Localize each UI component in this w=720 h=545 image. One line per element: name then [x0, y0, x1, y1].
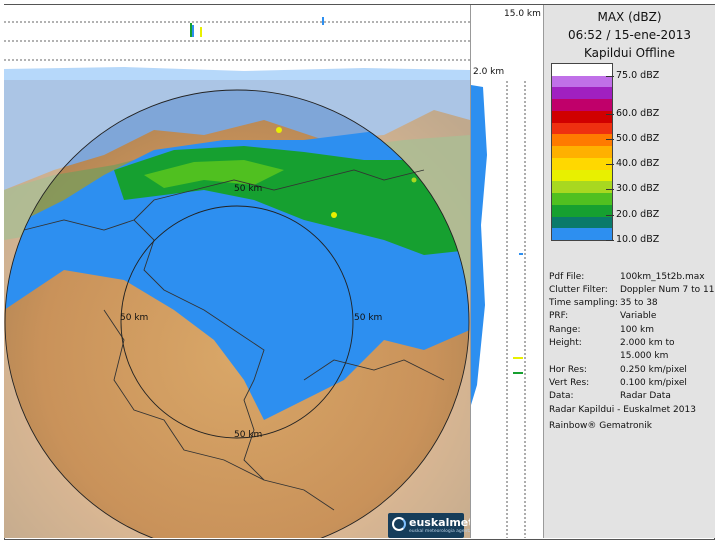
dbz-scale-tick — [606, 114, 614, 115]
radar-map[interactable]: 50 km 50 km 50 km 50 km — [4, 80, 470, 538]
metadata-label: Range: — [549, 325, 581, 335]
top-vertical-profile — [4, 5, 470, 80]
radar-status: Kapildui Offline — [583, 46, 676, 60]
metadata-label: Pdf File: — [549, 272, 585, 282]
dbz-scale-swatch — [552, 134, 612, 147]
radar-map-svg — [4, 80, 470, 538]
side-profile-plot — [471, 81, 526, 538]
range-label-right: 50 km — [354, 313, 383, 323]
profile-echo — [322, 17, 324, 25]
metadata-value: 0.100 km/pixel — [620, 378, 687, 388]
profile-echo — [192, 25, 194, 37]
metadata-label: Time sampling: — [549, 298, 619, 308]
metadata-value: 0.250 km/pixel — [620, 365, 687, 375]
echo-yellow-cell — [331, 212, 337, 218]
metadata-label: Data: — [549, 391, 574, 401]
metadata-value: Radar Data — [620, 391, 671, 401]
dbz-scale-swatch — [552, 87, 612, 100]
dbz-scale-tick — [606, 189, 614, 190]
credit-radar: Radar Kapildui - Euskalmet 2013 — [549, 405, 696, 415]
dbz-scale-label: 75.0 dBZ — [616, 70, 660, 81]
dbz-scale-swatch — [552, 216, 612, 229]
dbz-scale-swatch — [552, 181, 612, 194]
side-vertical-profile: 15.0 km 2.0 km — [470, 5, 544, 538]
range-label-bottom: 50 km — [234, 430, 263, 440]
euskalmet-logo: euskalmet euskal meteorologia agentzia — [388, 513, 476, 538]
dbz-scale-swatch — [552, 204, 612, 218]
metadata-label: Height: — [549, 338, 582, 348]
profile-echo — [190, 23, 192, 37]
dbz-scale-swatch — [552, 75, 612, 88]
dbz-scale-tick — [606, 164, 614, 165]
dbz-scale-swatch — [552, 228, 612, 241]
dbz-scale-label: 50.0 dBZ — [616, 133, 660, 144]
dbz-scale-label: 10.0 dBZ — [616, 234, 660, 245]
side-profile-echo — [513, 357, 523, 359]
dbz-scale-label: 60.0 dBZ — [616, 108, 660, 119]
dbz-scale-label: 40.0 dBZ — [616, 158, 660, 169]
dbz-scale-swatch — [552, 64, 612, 77]
dbz-scale-tick — [606, 139, 614, 140]
product-title: MAX (dBZ) — [597, 10, 662, 24]
echo-yellow-cell — [276, 127, 282, 133]
logo-subtitle: euskal meteorologia agentzia — [409, 529, 476, 534]
dbz-scale-label: 30.0 dBZ — [616, 183, 660, 194]
dbz-scale-tick — [606, 215, 614, 216]
product-datetime: 06:52 / 15-ene-2013 — [567, 28, 692, 42]
dbz-scale-label: 20.0 dBZ — [616, 209, 660, 220]
metadata-value: 2.000 km to — [620, 338, 675, 348]
metadata-label: PRF: — [549, 311, 569, 321]
metadata-value: Variable — [620, 311, 657, 321]
range-label-left: 50 km — [120, 313, 149, 323]
top-profile-plot — [4, 17, 470, 80]
dbz-scale-swatch — [552, 122, 612, 135]
credit-software: Rainbow® Gematronik — [549, 421, 652, 431]
dbz-scale-swatch — [552, 169, 612, 182]
dbz-color-scale — [551, 63, 613, 241]
dbz-scale-swatch — [552, 146, 612, 159]
logo-swirl-icon — [392, 517, 406, 531]
dbz-scale-tick — [606, 76, 614, 77]
dbz-scale-swatch — [552, 110, 612, 124]
side-profile-echo — [513, 372, 523, 374]
profile-echo — [200, 27, 202, 37]
metadata-value: 100 km — [620, 325, 655, 335]
dbz-scale-tick — [606, 240, 614, 241]
metadata-value: 100km_15t2b.max — [620, 272, 705, 282]
side-profile-echo — [519, 253, 523, 255]
dbz-scale-swatch — [552, 99, 612, 112]
metadata-value: 15.000 km — [620, 351, 669, 361]
dbz-scale-swatch — [552, 157, 612, 171]
dbz-scale-swatch — [552, 193, 612, 206]
logo-text: euskalmet — [409, 516, 474, 529]
product-info-panel: MAX (dBZ) 06:52 / 15-ene-2013 Kapildui O… — [543, 5, 715, 538]
metadata-label: Hor Res: — [549, 365, 587, 375]
range-label-top: 50 km — [234, 184, 263, 194]
echo-yellow-cell — [411, 177, 417, 183]
metadata-label: Clutter Filter: — [549, 285, 608, 295]
metadata-value: 35 to 38 — [620, 298, 658, 308]
metadata-label: Vert Res: — [549, 378, 590, 388]
metadata-value: Doppler Num 7 to 11 — [620, 285, 715, 295]
side-profile-echo — [471, 85, 487, 405]
